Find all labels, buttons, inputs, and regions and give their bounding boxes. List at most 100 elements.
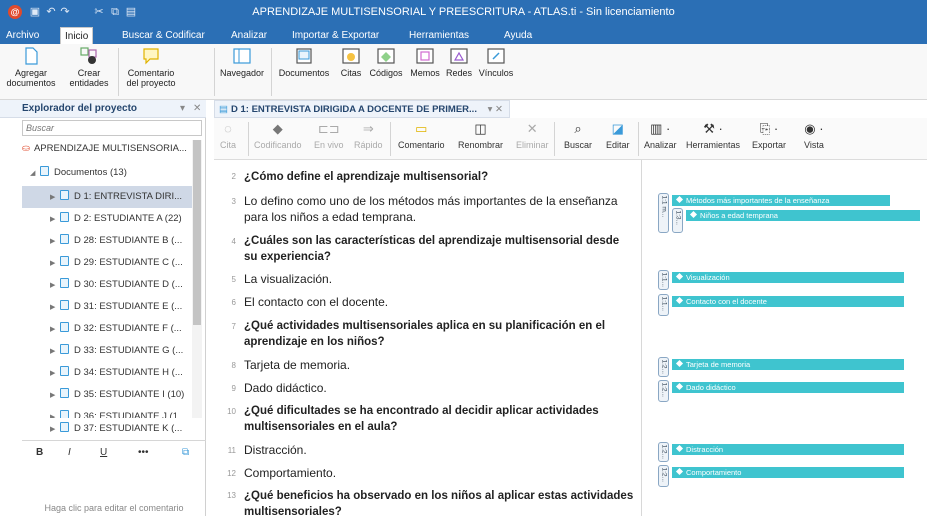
document-icon [60, 366, 69, 376]
document-paragraph[interactable]: El contacto con el docente. [244, 294, 634, 310]
tree-doc-item[interactable]: ▶ D 37: ESTUDIANTE K (... [22, 418, 202, 440]
line-number: 4 [231, 237, 236, 246]
explorer-search-input[interactable]: Buscar [22, 120, 202, 136]
line-number: 10 [227, 407, 236, 416]
code-tag[interactable]: Visualización [672, 272, 904, 283]
document-paragraph[interactable]: Tarjeta de memoria. [244, 357, 634, 373]
document-icon [60, 256, 69, 266]
underline-button[interactable]: U [100, 447, 107, 458]
code-tag[interactable]: Dado didáctico [672, 382, 904, 393]
tree-doc-item[interactable]: ▶ D 2: ESTUDIANTE A (22) [22, 208, 202, 230]
comment-hint: Haga clic para editar el comentario [44, 503, 184, 513]
tree-documents-group[interactable]: ◢ Documentos (13) [22, 162, 202, 184]
tab-buscar-codificar[interactable]: Buscar & Codificar [118, 27, 209, 44]
italic-button[interactable]: I [68, 447, 71, 458]
create-entities-button[interactable]: Crear entidades [62, 46, 116, 98]
document-paragraph[interactable]: Dado didáctico. [244, 380, 634, 396]
tab-importar-exportar[interactable]: Importar & Exportar [288, 27, 383, 44]
document-icon [60, 344, 69, 354]
quote-bracket[interactable]: 1:2... [658, 380, 669, 402]
document-body[interactable]: 2 ¿Cómo define el aprendizaje multisenso… [214, 160, 641, 516]
tab-analizar[interactable]: Analizar [227, 27, 271, 44]
document-paragraph[interactable]: ¿Cómo define el aprendizaje multisensori… [244, 169, 634, 185]
more-format-button[interactable]: ••• [138, 447, 149, 458]
live-coding-button[interactable]: ⊏⊐ En vivo [314, 120, 344, 150]
quote-bracket[interactable]: 1:2... [658, 357, 669, 377]
quote-bracket[interactable]: 1:1... [658, 270, 669, 290]
code-tag[interactable]: Niños a edad temprana [686, 210, 920, 221]
tab-archivo[interactable]: Archivo [2, 27, 43, 44]
memos-button[interactable]: Memos [408, 46, 442, 98]
line-number: 2 [231, 172, 236, 181]
quotes-button[interactable]: Citas [336, 46, 366, 98]
tools-button[interactable]: ⚒ · Herramientas [686, 120, 740, 150]
links-button[interactable]: Vínculos [476, 46, 516, 98]
add-documents-button[interactable]: Agregar documentos [2, 46, 60, 98]
export-button[interactable]: ⎘ · Exportar [752, 120, 786, 150]
navigator-button[interactable]: Navegador [216, 46, 268, 98]
tree-doc-item[interactable]: ▶ D 31: ESTUDIANTE E (... [22, 296, 202, 318]
document-icon [60, 300, 69, 310]
scrollbar-thumb[interactable] [193, 140, 201, 325]
tree-doc-item[interactable]: ▶ D 33: ESTUDIANTE G (... [22, 340, 202, 362]
explorer-scrollbar[interactable] [192, 140, 202, 430]
document-paragraph[interactable]: ¿Qué dificultades se ha encontrado al de… [244, 403, 634, 435]
bold-button[interactable]: B [36, 447, 43, 458]
tree-doc-item[interactable]: ▶ D 29: ESTUDIANTE C (... [22, 252, 202, 274]
tree-project[interactable]: ⛀ APRENDIZAJE MULTISENSORIA... [22, 138, 202, 160]
tab-ayuda[interactable]: Ayuda [500, 27, 536, 44]
quote-bracket[interactable]: 1:2... [658, 442, 669, 462]
document-paragraph[interactable]: Comportamiento. [244, 465, 634, 481]
code-tag[interactable]: Comportamiento [672, 467, 904, 478]
tab-inicio[interactable]: Inicio [60, 27, 94, 44]
document-paragraph[interactable]: ¿Qué actividades multisensoriales aplica… [244, 318, 634, 350]
quick-coding-button[interactable]: ⇒ Rápido [354, 120, 383, 150]
comment-button[interactable]: ▭ Comentario [398, 120, 445, 150]
document-tab[interactable]: ▤ D 1: ENTREVISTA DIRIGIDA A DOCENTE DE … [214, 100, 510, 118]
codes-button[interactable]: Códigos [366, 46, 406, 98]
quote-bracket[interactable]: 1:1 m... [658, 193, 669, 233]
quote-bracket[interactable]: 1:1... [658, 294, 669, 316]
code-tag[interactable]: Tarjeta de memoria [672, 359, 904, 370]
documents-button[interactable]: Documentos [273, 46, 335, 98]
tree-doc-item[interactable]: ▶ D 30: ESTUDIANTE D (... [22, 274, 202, 296]
project-comment-button[interactable]: Comentario del proyecto [122, 46, 180, 98]
expand-editor-icon[interactable]: ⧉ [182, 447, 189, 458]
tree-doc-item[interactable]: ▶ D 34: ESTUDIANTE H (... [22, 362, 202, 384]
document-paragraph[interactable]: Lo defino como uno de los métodos más im… [244, 193, 634, 225]
view-button[interactable]: ◉ · Vista [804, 120, 824, 150]
delete-button[interactable]: ✕ Eliminar [516, 120, 549, 150]
code-tag[interactable]: Distracción [672, 444, 904, 455]
dropdown-icon[interactable]: ▾ [180, 103, 185, 114]
analyze-button[interactable]: ▥ · Analizar [644, 120, 677, 150]
project-icon: ⛀ [22, 143, 30, 154]
coding-button[interactable]: ◆ Codificando [254, 120, 302, 150]
networks-button[interactable]: Redes [443, 46, 475, 98]
document-paragraph[interactable]: ¿Qué beneficios ha observado en los niño… [244, 488, 634, 516]
tree-doc-item[interactable]: ▶ D 35: ESTUDIANTE I (10) [22, 384, 202, 406]
rename-button[interactable]: ◫ Renombrar [458, 120, 503, 150]
search-button[interactable]: ⌕ Buscar [564, 120, 592, 150]
document-paragraph[interactable]: La visualización. [244, 271, 634, 287]
menu-bar: Archivo Inicio Buscar & Codificar Analiz… [0, 27, 927, 44]
document-icon [60, 190, 69, 200]
tree-doc-item[interactable]: ▶ D 1: ENTREVISTA DIRI... [22, 186, 202, 208]
quote-bracket[interactable]: 1:3... [672, 208, 683, 233]
comment-editor[interactable]: B I U ••• ⧉ Haga clic para editar el com… [22, 440, 206, 516]
close-icon[interactable]: ✕ [193, 103, 201, 114]
edit-button[interactable]: ◪ Editar [606, 120, 630, 150]
code-icon [675, 359, 684, 368]
tree-doc-item[interactable]: ▶ D 32: ESTUDIANTE F (... [22, 318, 202, 340]
tree-doc-item[interactable]: ▶ D 28: ESTUDIANTE B (... [22, 230, 202, 252]
quote-bracket[interactable]: 1:2... [658, 465, 669, 487]
document-icon [60, 322, 69, 332]
code-tag[interactable]: Métodos más importantes de la enseñanza [672, 195, 890, 206]
document-paragraph[interactable]: ¿Cuáles son las características del apre… [244, 233, 634, 265]
title-bar: @ ▣ ↶ ↷ ✂ ⧉ ▤ APRENDIZAJE MULTISENSORIAL… [0, 0, 927, 27]
code-tag[interactable]: Contacto con el docente [672, 296, 904, 307]
close-tab-icon[interactable]: ▾ ✕ [488, 104, 503, 115]
tab-herramientas[interactable]: Herramientas [405, 27, 473, 44]
quote-button[interactable]: ◌ Cita [220, 120, 236, 150]
memos-icon [416, 48, 434, 64]
document-paragraph[interactable]: Distracción. [244, 442, 634, 458]
